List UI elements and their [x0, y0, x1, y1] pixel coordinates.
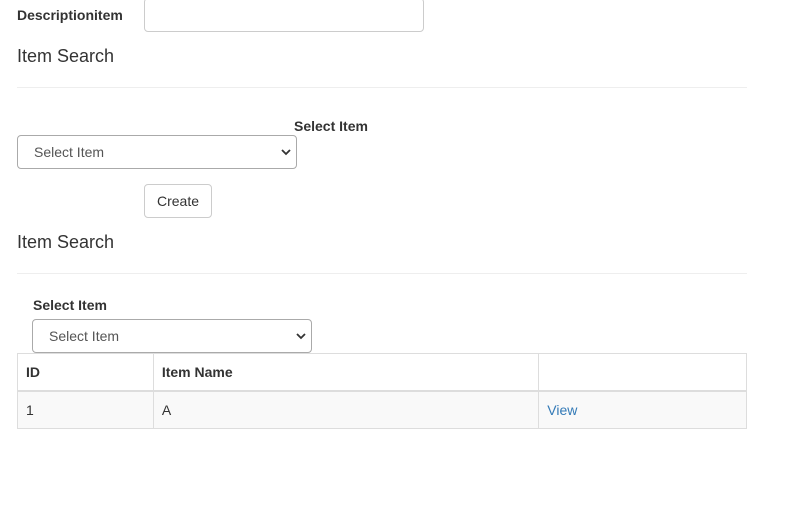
view-link[interactable]: View: [547, 402, 577, 418]
chevron-down-icon: [281, 149, 291, 156]
section-divider-1: [17, 87, 747, 88]
table-row: 1 A View: [17, 390, 747, 429]
section-title-item-search-1: Item Search: [17, 46, 115, 66]
table-header-row: ID Item Name: [17, 353, 747, 392]
select-item-label-1: Select Item: [294, 118, 368, 134]
cell-action: View: [538, 390, 747, 429]
select-item-dropdown-2-value: Select Item: [49, 328, 120, 344]
column-header-id: ID: [17, 353, 154, 392]
cell-id: 1: [17, 390, 154, 429]
chevron-down-icon: [296, 333, 306, 340]
section-title-item-search-2: Item Search: [17, 232, 115, 252]
column-header-item-name: Item Name: [152, 353, 540, 392]
cell-item-name: A: [152, 390, 540, 429]
select-item-dropdown-1-value: Select Item: [34, 144, 105, 160]
select-item-label-2: Select Item: [33, 297, 107, 313]
results-table: ID Item Name 1 A View: [17, 353, 747, 429]
create-button[interactable]: Create: [144, 184, 212, 218]
select-item-dropdown-1[interactable]: Select Item: [17, 135, 297, 169]
select-item-dropdown-2[interactable]: Select Item: [32, 319, 312, 353]
section-divider-2: [17, 273, 747, 274]
description-item-input[interactable]: [144, 0, 424, 32]
column-header-actions: [538, 353, 747, 392]
description-item-label: Descriptionitem: [17, 7, 123, 23]
